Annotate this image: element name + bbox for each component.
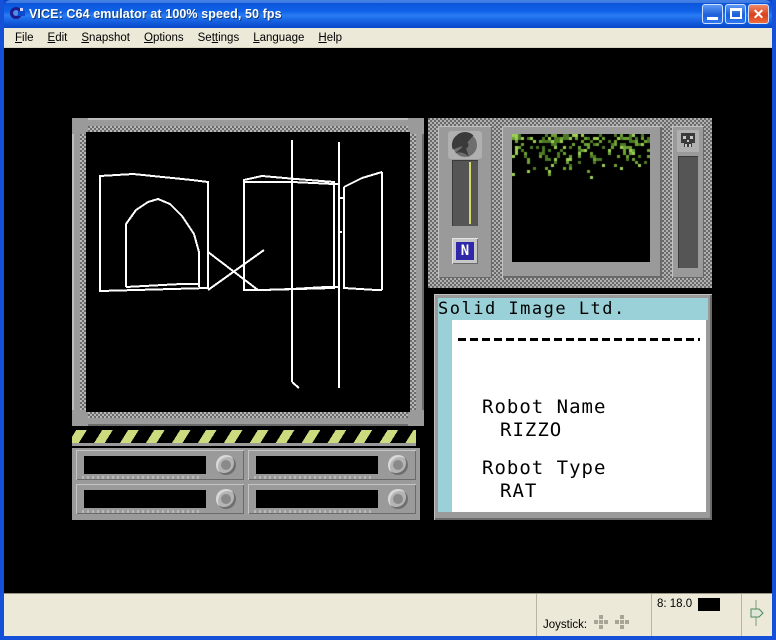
info-divider: [458, 338, 700, 341]
robot-type-label: Robot Type: [482, 457, 607, 479]
slot-knob-icon[interactable]: [388, 489, 408, 509]
toxicity-gauge: [678, 156, 698, 268]
window-title: VICE: C64 emulator at 100% speed, 50 fps: [29, 7, 282, 21]
slot-knob-icon[interactable]: [216, 455, 236, 475]
robot-name-label: Robot Name: [482, 396, 607, 418]
toxicity-gauge-column: [672, 126, 704, 278]
radiation-gauge-column: N: [438, 126, 492, 278]
wireframe-view: [86, 132, 410, 412]
joystick-status: Joystick:: [537, 594, 652, 636]
joystick-port-1-indicator: [594, 615, 609, 629]
radar-frame: [502, 126, 662, 278]
maximize-button[interactable]: [725, 4, 746, 24]
menu-item-options[interactable]: Options: [137, 30, 191, 46]
joystick-port-2-indicator: [615, 615, 630, 629]
menu-item-help[interactable]: Help: [311, 30, 349, 46]
info-panel-body: Robot Name RIZZO Robot Type RAT: [452, 320, 706, 512]
wireframe-viewport-frame: [72, 118, 424, 426]
close-button[interactable]: ✕: [748, 4, 769, 24]
tape-counter-icon[interactable]: [748, 600, 764, 626]
slot-panel[interactable]: [76, 484, 244, 514]
info-panel-title: Solid Image Ltd.: [438, 298, 708, 320]
minimize-button[interactable]: [702, 4, 723, 24]
robot-name-value: RIZZO: [500, 419, 563, 441]
radar-display: [512, 134, 650, 262]
emulator-canvas[interactable]: N Solid Image Ltd. Robot Name RIZZO Robo…: [4, 48, 772, 593]
n-button[interactable]: N: [452, 238, 478, 264]
robot-type-value: RAT: [500, 480, 538, 502]
minimize-icon: [707, 17, 718, 20]
radiation-icon: [448, 131, 482, 159]
close-icon: ✕: [752, 6, 765, 22]
menu-item-language[interactable]: Language: [246, 30, 311, 46]
slot-knob-icon[interactable]: [216, 489, 236, 509]
tape-status: [742, 594, 772, 636]
info-panel-sidebar: [438, 320, 452, 512]
c64-screen: N Solid Image Ltd. Robot Name RIZZO Robo…: [72, 118, 712, 520]
slot-panel[interactable]: [248, 484, 416, 514]
menu-item-snapshot[interactable]: Snapshot: [74, 30, 137, 46]
n-button-label: N: [456, 242, 474, 260]
info-panel: Solid Image Ltd. Robot Name RIZZO Robot …: [434, 294, 712, 520]
slot-panel[interactable]: [76, 450, 244, 480]
slot-panel[interactable]: [248, 450, 416, 480]
menu-item-settings[interactable]: Settings: [191, 30, 247, 46]
menu-item-edit[interactable]: Edit: [41, 30, 75, 46]
slot-console: [72, 448, 420, 520]
slot-knob-icon[interactable]: [388, 455, 408, 475]
window-controls: ✕: [702, 4, 769, 24]
status-message-area: [4, 594, 537, 636]
joystick-label: Joystick:: [543, 619, 588, 631]
menu-item-file[interactable]: File: [8, 30, 41, 46]
maximize-icon: [730, 8, 742, 19]
menu-bar: File Edit Snapshot Options Settings Lang…: [4, 28, 772, 48]
instrument-cluster: N: [428, 118, 712, 288]
drive-status-text: 8: 18.0: [657, 598, 693, 610]
radiation-gauge: [452, 160, 478, 226]
vice-icon: [9, 6, 25, 22]
title-bar: VICE: C64 emulator at 100% speed, 50 fps…: [4, 0, 772, 28]
skull-icon: [677, 130, 699, 152]
hazard-stripe-bar: [72, 430, 416, 446]
drive-led-indicator: [698, 598, 721, 611]
vice-main-window: VICE: C64 emulator at 100% speed, 50 fps…: [0, 0, 776, 640]
status-bar: Joystick: 8: 18.0: [4, 593, 772, 636]
drive-status: 8: 18.0: [652, 594, 742, 636]
